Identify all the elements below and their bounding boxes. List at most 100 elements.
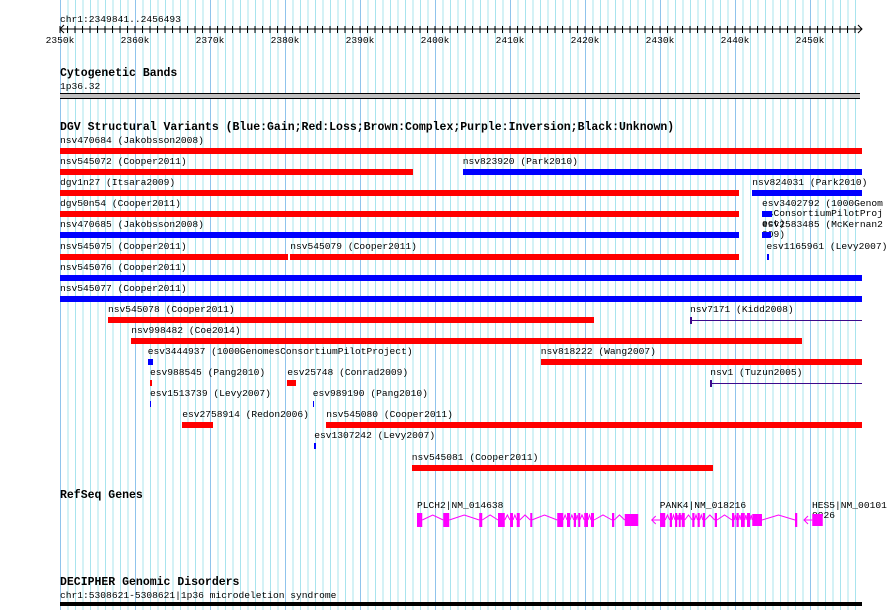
variant-label[interactable]: nsv545076 (Cooper2011) bbox=[60, 262, 187, 273]
exon bbox=[702, 513, 705, 527]
exon bbox=[624, 514, 639, 526]
variant-label[interactable]: esv1165961 (Levy2007) bbox=[767, 241, 888, 252]
exon bbox=[795, 513, 798, 527]
variant-label[interactable]: esv1513739 (Levy2007) bbox=[150, 389, 271, 399]
exon bbox=[669, 513, 672, 527]
ruler-tick-label: 2360k bbox=[120, 35, 150, 46]
variant-bar-gain[interactable] bbox=[312, 401, 315, 408]
exon bbox=[443, 513, 450, 527]
variant-label[interactable]: nsv7171 (Kidd2008) bbox=[690, 304, 794, 315]
variant-bar-gain[interactable] bbox=[150, 401, 152, 408]
intron bbox=[504, 513, 511, 521]
exon bbox=[479, 513, 483, 527]
variant-label[interactable]: dgv1n27 (Itsara2009) bbox=[60, 178, 175, 188]
exon bbox=[697, 513, 700, 527]
exon bbox=[567, 513, 570, 527]
exon bbox=[417, 513, 423, 527]
gene-model[interactable] bbox=[651, 513, 798, 527]
variant-label[interactable]: esv25748 (Conrad2009) bbox=[287, 368, 408, 378]
variant-label[interactable]: nsv470684 (Jakobsson2008) bbox=[60, 136, 204, 146]
intron bbox=[744, 514, 748, 521]
ruler-tick-label: 2390k bbox=[345, 35, 375, 46]
exon bbox=[747, 513, 750, 527]
variant-label[interactable]: nsv823920 (Park2010) bbox=[463, 157, 578, 167]
variant-bar-loss[interactable] bbox=[60, 253, 288, 260]
variant-label[interactable]: nsv545072 (Cooper2011) bbox=[60, 157, 187, 167]
variant-bar-loss[interactable] bbox=[108, 316, 594, 323]
exon bbox=[530, 513, 533, 527]
variant-bar-loss[interactable] bbox=[60, 190, 739, 197]
exon bbox=[812, 514, 823, 526]
variant-bar-gain[interactable] bbox=[766, 253, 769, 260]
intron bbox=[562, 513, 568, 521]
variant-label[interactable]: nsv545081 (Cooper2011) bbox=[412, 452, 539, 463]
variant-bar-gain[interactable] bbox=[462, 169, 862, 176]
exon bbox=[732, 513, 735, 527]
variant-label[interactable]: esv988545 (Pang2010) bbox=[150, 368, 265, 378]
intron bbox=[587, 513, 592, 521]
variant-label[interactable]: nsv1 (Tuzun2005) bbox=[710, 368, 802, 378]
variant-bar-gain[interactable] bbox=[762, 232, 771, 239]
refseq-track-title: RefSeq Genes bbox=[60, 489, 143, 502]
gene-model[interactable] bbox=[417, 513, 639, 527]
cyto-band-bar[interactable] bbox=[60, 93, 860, 99]
variant-label[interactable]: nsv998482 (Coe2014) bbox=[131, 325, 240, 336]
variant-bar-loss[interactable] bbox=[182, 422, 213, 429]
ruler-tick-label: 2450k bbox=[795, 35, 825, 46]
dgv-track-title: DGV Structural Variants (Blue:Gain;Red:L… bbox=[60, 121, 675, 134]
variant-label[interactable]: esv2758914 (Redon2006) bbox=[182, 410, 309, 420]
decipher-feature-bar[interactable] bbox=[60, 602, 862, 606]
exon bbox=[692, 513, 695, 527]
exon bbox=[681, 513, 685, 527]
intron bbox=[676, 514, 680, 521]
variant-bar-loss[interactable] bbox=[60, 211, 739, 218]
variant-bar-loss[interactable] bbox=[287, 380, 297, 387]
variant-bar-loss[interactable] bbox=[60, 148, 862, 154]
intron bbox=[422, 514, 444, 521]
ruler-tick-label: 2380k bbox=[270, 35, 300, 46]
variant-label[interactable]: esv989190 (Pang2010) bbox=[313, 389, 428, 399]
intron bbox=[449, 514, 480, 521]
variant-bar-gain[interactable] bbox=[314, 443, 316, 450]
intron bbox=[733, 514, 737, 521]
intron bbox=[749, 514, 753, 521]
exon bbox=[660, 513, 666, 527]
exon bbox=[591, 513, 594, 527]
variant-bar-loss[interactable] bbox=[290, 253, 739, 260]
decipher-feature-label: chr1:5308621-5308621|1p36 microdeletion … bbox=[60, 590, 337, 601]
variant-bar-gain[interactable] bbox=[147, 359, 153, 365]
variant-bar-gain[interactable] bbox=[60, 295, 862, 302]
variant-bar-loss[interactable] bbox=[326, 422, 862, 429]
variant-bar-loss[interactable] bbox=[60, 169, 414, 176]
variant-label[interactable]: esv3444937 (1000GenomesConsortiumPilotPr… bbox=[148, 347, 413, 357]
variant-label[interactable]: dgv50n54 (Cooper2011) bbox=[60, 199, 181, 209]
variant-bar-gain[interactable] bbox=[60, 232, 739, 239]
gene-model[interactable] bbox=[803, 514, 823, 526]
variant-bar-inversion[interactable] bbox=[690, 319, 862, 321]
decipher-track-title: DECIPHER Genomic Disorders bbox=[60, 576, 240, 589]
variant-label[interactable]: nsv824031 (Park2010) bbox=[752, 178, 867, 188]
intron bbox=[569, 513, 575, 521]
exon bbox=[675, 513, 678, 527]
variant-bar-loss[interactable] bbox=[131, 337, 802, 344]
variant-label[interactable]: esv1307242 (Levy2007) bbox=[314, 431, 435, 441]
variant-bar-gain[interactable] bbox=[752, 190, 862, 197]
intron bbox=[704, 514, 716, 521]
ruler-tick-label: 2400k bbox=[420, 35, 450, 46]
variant-bar-loss[interactable] bbox=[150, 380, 153, 387]
exon bbox=[516, 513, 520, 527]
variant-label[interactable]: nsv818222 (Wang2007) bbox=[541, 347, 656, 357]
variant-label[interactable]: nsv470685 (Jakobsson2008) bbox=[60, 220, 204, 230]
variant-bar-loss[interactable] bbox=[540, 359, 862, 365]
variant-bar-loss[interactable] bbox=[411, 464, 713, 471]
variant-label[interactable]: nsv545079 (Cooper2011) bbox=[290, 241, 417, 252]
variant-label[interactable]: esv2583485 (McKernan2009) bbox=[762, 220, 888, 240]
variant-label[interactable]: nsv545078 (Cooper2011) bbox=[108, 304, 235, 315]
variant-label[interactable]: nsv545075 (Cooper2011) bbox=[60, 241, 187, 252]
variant-bar-gain[interactable] bbox=[60, 274, 862, 281]
ruler-tick-label: 2430k bbox=[645, 35, 675, 46]
variant-bar-inversion[interactable] bbox=[710, 383, 862, 385]
variant-label[interactable]: nsv545080 (Cooper2011) bbox=[326, 410, 453, 420]
variant-bar-gain[interactable] bbox=[762, 211, 772, 218]
variant-label[interactable]: nsv545077 (Cooper2011) bbox=[60, 283, 187, 294]
